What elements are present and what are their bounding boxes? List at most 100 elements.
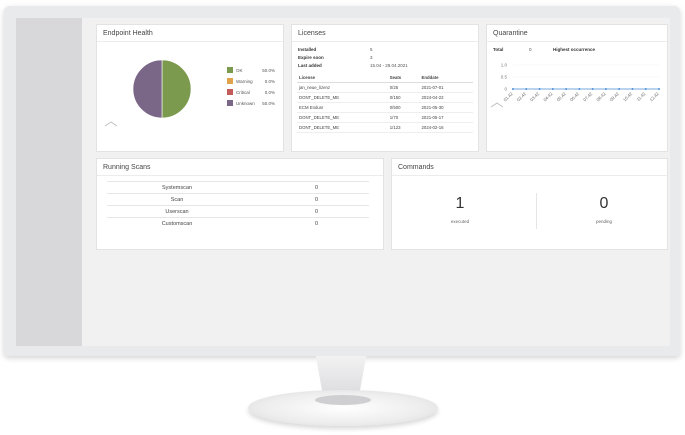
data-point[interactable] bbox=[512, 88, 514, 90]
table-cell: DONT_DELETE_ME bbox=[297, 122, 388, 133]
table-row[interactable]: DONT_DELETE_ME 0/150 2024-04-22 bbox=[297, 92, 473, 103]
endpoint-health-pie bbox=[104, 59, 192, 127]
panel-title: Endpoint Health bbox=[97, 25, 283, 42]
expire-value: 3 bbox=[370, 55, 373, 60]
data-point[interactable] bbox=[551, 88, 554, 90]
installed-label: Installed bbox=[298, 47, 317, 52]
pending-count: 0 bbox=[599, 195, 609, 212]
table-cell: 0/25 bbox=[387, 82, 420, 93]
scan-count: 0 bbox=[315, 196, 319, 203]
y-tick-label: 1.0 bbox=[501, 63, 508, 68]
legend-item[interactable]: Critical 0.0% bbox=[227, 89, 275, 95]
licenses-table: License Seats Enddate jan_neue_lizenz 0/25 2… bbox=[297, 73, 473, 133]
scan-count: 0 bbox=[315, 208, 319, 215]
x-tick-label: 05.42 bbox=[556, 91, 568, 103]
x-tick-label: 07.42 bbox=[582, 91, 594, 103]
table-row[interactable]: jan_neue_lizenz 0/25 2021-07-01 bbox=[297, 82, 473, 93]
pie-slice-ok[interactable] bbox=[161, 59, 192, 119]
x-tick-label: 09.42 bbox=[609, 91, 621, 103]
legend-value: 50.0% bbox=[262, 100, 275, 106]
scan-name: Customscan bbox=[161, 220, 193, 227]
data-point[interactable] bbox=[525, 88, 528, 90]
expire-label: Expire soon bbox=[298, 55, 324, 60]
column-header[interactable]: Seats bbox=[387, 73, 420, 83]
legend-label: OK bbox=[236, 67, 243, 73]
legend-value: 0.0% bbox=[264, 89, 275, 95]
table-cell: ECM Endusr bbox=[297, 102, 388, 113]
list-item[interactable]: Customscan 0 bbox=[107, 217, 369, 229]
pending-label: pending bbox=[595, 219, 613, 224]
x-tick-label: 02.42 bbox=[516, 91, 528, 103]
data-point[interactable] bbox=[538, 88, 541, 90]
quarantine-panel: Quarantine Total 0 Highest occurrence 1.… bbox=[486, 24, 668, 152]
legend-value: 50.0% bbox=[262, 67, 275, 73]
x-tick-label: 10.42 bbox=[622, 91, 634, 103]
collapse-icon[interactable] bbox=[490, 102, 504, 108]
data-point[interactable] bbox=[631, 88, 634, 90]
installed-value: 5 bbox=[370, 47, 373, 52]
scan-count: 0 bbox=[315, 184, 319, 191]
scan-name: Scan bbox=[170, 196, 184, 203]
list-item[interactable]: Scan 0 bbox=[107, 193, 369, 205]
pie-slice-unknown[interactable] bbox=[132, 59, 163, 119]
legend-swatch bbox=[227, 67, 233, 73]
licenses-panel: Licenses Installed 5 Expire soon 3 Last … bbox=[291, 24, 479, 152]
table-row[interactable]: ECM Endusr 0/500 2021-05-30 bbox=[297, 102, 473, 113]
data-point[interactable] bbox=[618, 88, 621, 90]
x-tick-label: 06.42 bbox=[569, 91, 581, 103]
dashboard-screen: Endpoint Health OK 50.0% Warning 0.0% Critic… bbox=[16, 18, 670, 346]
table-cell: 0/500 bbox=[387, 102, 420, 113]
list-item[interactable]: Systemscan 0 bbox=[107, 181, 369, 193]
table-cell: 1/70 bbox=[387, 112, 420, 123]
running-scans-panel: Running Scans Systemscan 0 Scan 0 Userscan 0 C… bbox=[96, 158, 384, 250]
table-cell: DONT_DELETE_ME bbox=[297, 92, 388, 103]
quarantine-chart: 1.0 0.5 001.42 02.42 03.42 04.42 05.42 06.42 07.… bbox=[490, 63, 661, 108]
executed-label: executed bbox=[450, 219, 470, 224]
table-row[interactable]: DONT_DELETE_ME 1/70 2021-05-17 bbox=[297, 112, 473, 123]
x-tick-label: 03.42 bbox=[529, 91, 541, 103]
table-cell: jan_neue_lizenz bbox=[297, 82, 388, 93]
sidebar bbox=[16, 18, 82, 346]
last-added-label: Last added bbox=[298, 63, 322, 68]
legend-item[interactable]: Unknown 50.0% bbox=[227, 100, 275, 106]
panel-title: Running Scans bbox=[97, 159, 383, 176]
x-tick-label: 12.42 bbox=[649, 91, 661, 103]
y-tick-label: 0 bbox=[504, 87, 507, 92]
total-label: Total bbox=[493, 47, 504, 52]
x-tick-label: 08.42 bbox=[595, 91, 607, 103]
table-cell: DONT_DELETE_ME bbox=[297, 112, 388, 123]
table-cell: 2021-05-17 bbox=[419, 112, 473, 123]
data-point[interactable] bbox=[565, 88, 568, 90]
data-point[interactable] bbox=[644, 88, 647, 90]
highest-occurrence-label: Highest occurrence bbox=[553, 47, 596, 52]
monitor-frame: Endpoint Health OK 50.0% Warning 0.0% Critic… bbox=[4, 6, 680, 356]
legend-item[interactable]: Warning 0.0% bbox=[227, 78, 275, 84]
table-cell: 2021-05-30 bbox=[419, 102, 473, 113]
panel-title: Quarantine bbox=[487, 25, 667, 42]
data-point[interactable] bbox=[578, 88, 581, 90]
data-point[interactable] bbox=[591, 88, 594, 90]
table-row[interactable]: DONT_DELETE_ME 1/123 2024-02-16 bbox=[297, 122, 473, 133]
x-tick-label: 11.42 bbox=[636, 91, 647, 102]
column-header[interactable]: Enddate bbox=[419, 73, 473, 83]
x-tick-label: 04.42 bbox=[542, 91, 554, 103]
collapse-icon[interactable] bbox=[104, 121, 118, 127]
table-cell: 2024-02-16 bbox=[419, 122, 473, 133]
data-point[interactable] bbox=[658, 88, 660, 90]
legend-label: Critical bbox=[236, 89, 250, 95]
scan-name: Userscan bbox=[165, 208, 189, 215]
table-cell: 0/150 bbox=[387, 92, 420, 103]
legend-label: Unknown bbox=[236, 100, 255, 106]
legend-item[interactable]: OK 50.0% bbox=[227, 67, 275, 73]
list-item[interactable]: Userscan 0 bbox=[107, 205, 369, 217]
column-header[interactable]: License bbox=[297, 73, 388, 83]
legend-swatch bbox=[227, 100, 233, 106]
total-value: 0 bbox=[529, 47, 532, 52]
legend-value: 0.0% bbox=[264, 78, 275, 84]
table-cell: 2021-07-01 bbox=[419, 82, 473, 93]
data-point[interactable] bbox=[604, 88, 607, 90]
legend-swatch bbox=[227, 78, 233, 84]
divider bbox=[536, 193, 537, 229]
executed-count: 1 bbox=[455, 195, 465, 212]
legend-label: Warning bbox=[236, 78, 253, 84]
